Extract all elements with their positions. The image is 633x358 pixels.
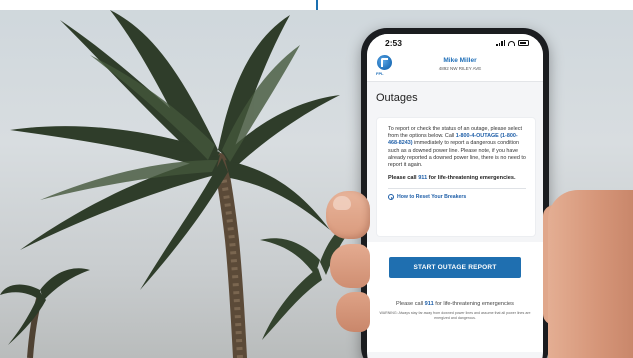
reset-breakers-label: How to Reset Your Breakers: [397, 194, 467, 201]
emergency-number-link[interactable]: 911: [418, 175, 427, 181]
hand-finger: [330, 244, 370, 288]
downed-line-warning: WARNING: Always stay far away from downe…: [379, 311, 531, 320]
battery-icon: [518, 40, 529, 46]
app-header: FPL Mike Miller 4892 NW RILEY AVE: [367, 52, 543, 82]
hand-palm: [548, 190, 633, 358]
status-bar: 2:53: [367, 34, 543, 52]
reset-breakers-link[interactable]: How to Reset Your Breakers: [388, 194, 526, 201]
phone-screen: 2:53 FPL Mike Miller 4892 NW RILEY AVE O…: [367, 34, 543, 358]
page-title: Outages: [376, 92, 418, 104]
signal-icon: [496, 40, 505, 46]
account-info[interactable]: Mike Miller 4892 NW RILEY AVE: [397, 57, 543, 71]
top-accent-tick: [316, 0, 318, 10]
status-time: 2:53: [385, 38, 403, 48]
outage-info-card: To report or check the status of an outa…: [377, 118, 535, 236]
footer-emergency-note: Please call 911 for life-threatening eme…: [367, 301, 543, 307]
footer-suffix: for life-threatening emergencies: [435, 301, 514, 307]
wifi-icon: [508, 40, 515, 46]
smartphone: 2:53 FPL Mike Miller 4892 NW RILEY AVE O…: [361, 28, 549, 358]
fpl-logo-icon[interactable]: [377, 55, 392, 70]
logo-text: FPL: [376, 71, 384, 76]
account-name: Mike Miller: [443, 57, 477, 64]
emergency-suffix: for life-threatening emergencies.: [428, 175, 516, 182]
outage-instructions: To report or check the status of an outa…: [388, 126, 526, 169]
footer-emergency-number-link[interactable]: 911: [425, 301, 434, 307]
status-icons: [496, 40, 529, 46]
footer-prefix: Please call: [396, 301, 424, 307]
account-address: 4892 NW RILEY AVE: [438, 66, 482, 71]
thumb-nail: [333, 196, 351, 210]
card-divider: [388, 188, 526, 190]
hand-finger-lower: [336, 292, 370, 332]
start-outage-report-button[interactable]: START OUTAGE REPORT: [389, 257, 521, 278]
play-circle-icon: [388, 194, 394, 201]
emergency-prefix: Please call: [388, 175, 417, 182]
emergency-notice: Please call 911 for life-threatening eme…: [388, 175, 526, 182]
actions-section: START OUTAGE REPORT Please call 911 for …: [367, 242, 543, 352]
